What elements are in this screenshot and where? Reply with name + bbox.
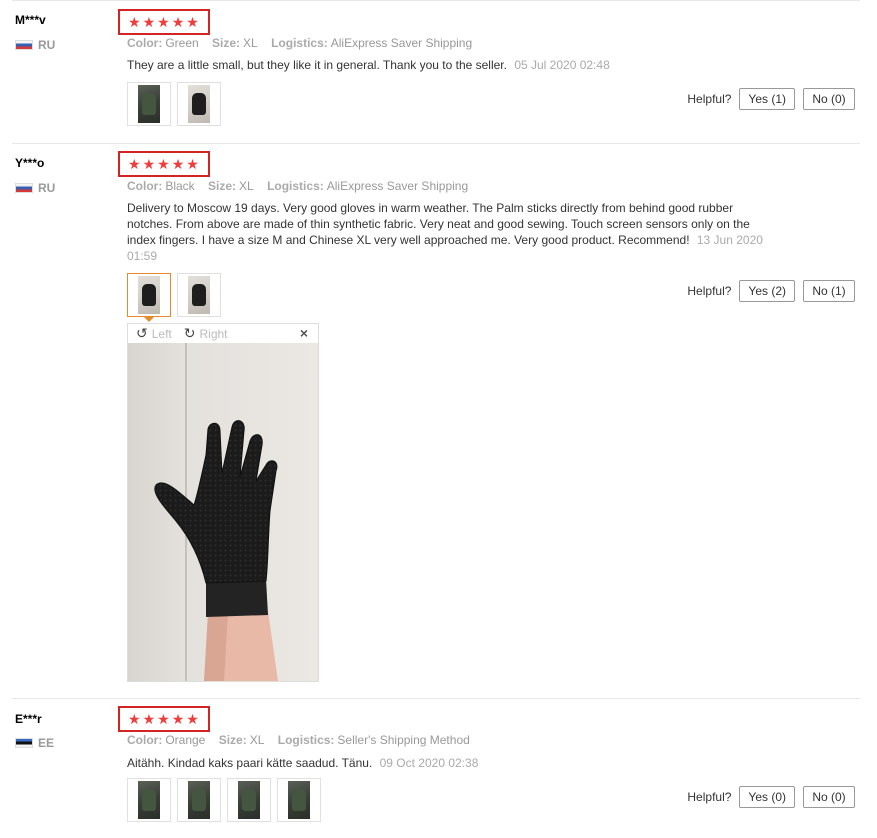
size-value: XL [243,36,258,50]
color-label: Color: [127,733,163,747]
star-icon: ★ [128,156,141,172]
separator-top [12,0,860,1]
helpful-label: Helpful? [687,284,732,298]
photo-viewer-toolbar: ↺ Left ↻ Right × [128,324,318,343]
star-icon: ★ [171,156,185,172]
color-label: Color: [127,36,163,50]
star-rating: ★ ★ ★ ★ ★ [118,9,210,35]
star-icon: ★ [171,711,185,727]
review-photo-thumb[interactable] [127,778,171,822]
helpful-voting: Helpful? Yes (1) No (0) [687,88,855,110]
star-icon: ★ [142,14,156,30]
country-code: EE [38,736,55,750]
separator [12,698,860,699]
review-body: Aitähh. Kindad kaks paari kätte saadud. … [127,756,373,770]
review-text: Aitähh. Kindad kaks paari kätte saadud. … [127,755,767,771]
review-photo-thumb-active[interactable] [127,273,171,322]
reviewer-country: EE [15,736,54,750]
review-text: They are a little small, but they like i… [127,57,767,73]
color-value: Green [165,36,199,50]
close-icon[interactable]: × [300,325,308,341]
review-photo-large [128,343,318,681]
size-label: Size: [218,733,247,747]
size-value: XL [239,179,254,193]
star-icon: ★ [128,14,141,30]
star-rating: ★ ★ ★ ★ ★ [118,706,210,732]
helpful-no-button[interactable]: No (1) [803,280,855,302]
rotate-right-label[interactable]: Right [199,327,227,341]
review-attributes: Color: Black Size: XL Logistics: AliExpress… [127,179,478,193]
review-body: Delivery to Moscow 19 days. Very good gl… [127,201,750,247]
reviewer-name: Y***o [15,156,45,170]
color-label: Color: [127,179,163,193]
star-icon: ★ [157,14,170,30]
rotate-left-icon[interactable]: ↺ [136,325,148,342]
rotate-right-icon[interactable]: ↻ [184,325,196,342]
star-rating: ★ ★ ★ ★ ★ [118,151,210,177]
logistics-value: AliExpress Saver Shipping [326,179,469,193]
star-icon: ★ [171,14,185,30]
helpful-label: Helpful? [687,790,732,804]
helpful-no-button[interactable]: No (0) [803,786,855,808]
flag-ru-icon [15,40,33,50]
logistics-value: AliExpress Saver Shipping [330,36,473,50]
logistics-label: Logistics: [271,36,328,50]
helpful-yes-button[interactable]: Yes (1) [739,88,795,110]
helpful-yes-button[interactable]: Yes (2) [739,280,795,302]
review-photo-thumb[interactable] [177,273,221,317]
review-date: 09 Oct 2020 02:38 [379,756,479,770]
flag-ru-icon [15,183,33,193]
helpful-no-button[interactable]: No (0) [803,88,855,110]
reviewer-country: RU [15,181,55,195]
review-date: 05 Jul 2020 02:48 [514,58,610,72]
review-photo-thumb[interactable] [227,778,271,822]
review-photos [127,82,221,126]
helpful-label: Helpful? [687,92,732,106]
review-body: They are a little small, but they like i… [127,58,507,72]
star-icon: ★ [142,156,156,172]
star-icon: ★ [186,156,199,172]
review-text: Delivery to Moscow 19 days. Very good gl… [127,200,767,264]
logistics-label: Logistics: [277,733,335,747]
logistics-value: Seller's Shipping Method [337,733,470,747]
star-icon: ★ [157,156,170,172]
star-icon: ★ [157,711,170,727]
reviewer-name: M***v [15,13,46,27]
star-icon: ★ [142,711,156,727]
helpful-voting: Helpful? Yes (0) No (0) [687,786,855,808]
review-photos [127,778,321,822]
helpful-yes-button[interactable]: Yes (0) [739,786,795,808]
size-label: Size: [212,36,241,50]
country-code: RU [38,181,56,195]
review-attributes: Color: Green Size: XL Logistics: AliExpress… [127,36,482,50]
rotate-left-label[interactable]: Left [152,327,172,341]
review-photo-thumb[interactable] [177,82,221,126]
flag-ee-icon [15,738,33,748]
country-code: RU [38,38,56,52]
review-photos [127,273,221,322]
review-photo-thumb[interactable] [127,82,171,126]
reviewer-country: RU [15,38,55,52]
review-photo-thumb[interactable] [177,778,221,822]
reviewer-name: E***r [15,712,42,726]
helpful-voting: Helpful? Yes (2) No (1) [687,280,855,302]
star-icon: ★ [186,711,199,727]
star-icon: ★ [128,711,141,727]
color-value: Orange [165,733,206,747]
review-photo-thumb[interactable] [277,778,321,822]
color-value: Black [165,179,195,193]
size-value: XL [249,733,265,747]
glove-photo [128,343,318,681]
logistics-label: Logistics: [267,179,324,193]
size-label: Size: [208,179,237,193]
separator [12,143,860,144]
review-attributes: Color: Orange Size: XL Logistics: Seller's … [127,733,480,747]
star-icon: ★ [186,14,199,30]
photo-viewer: ↺ Left ↻ Right × [127,323,319,682]
